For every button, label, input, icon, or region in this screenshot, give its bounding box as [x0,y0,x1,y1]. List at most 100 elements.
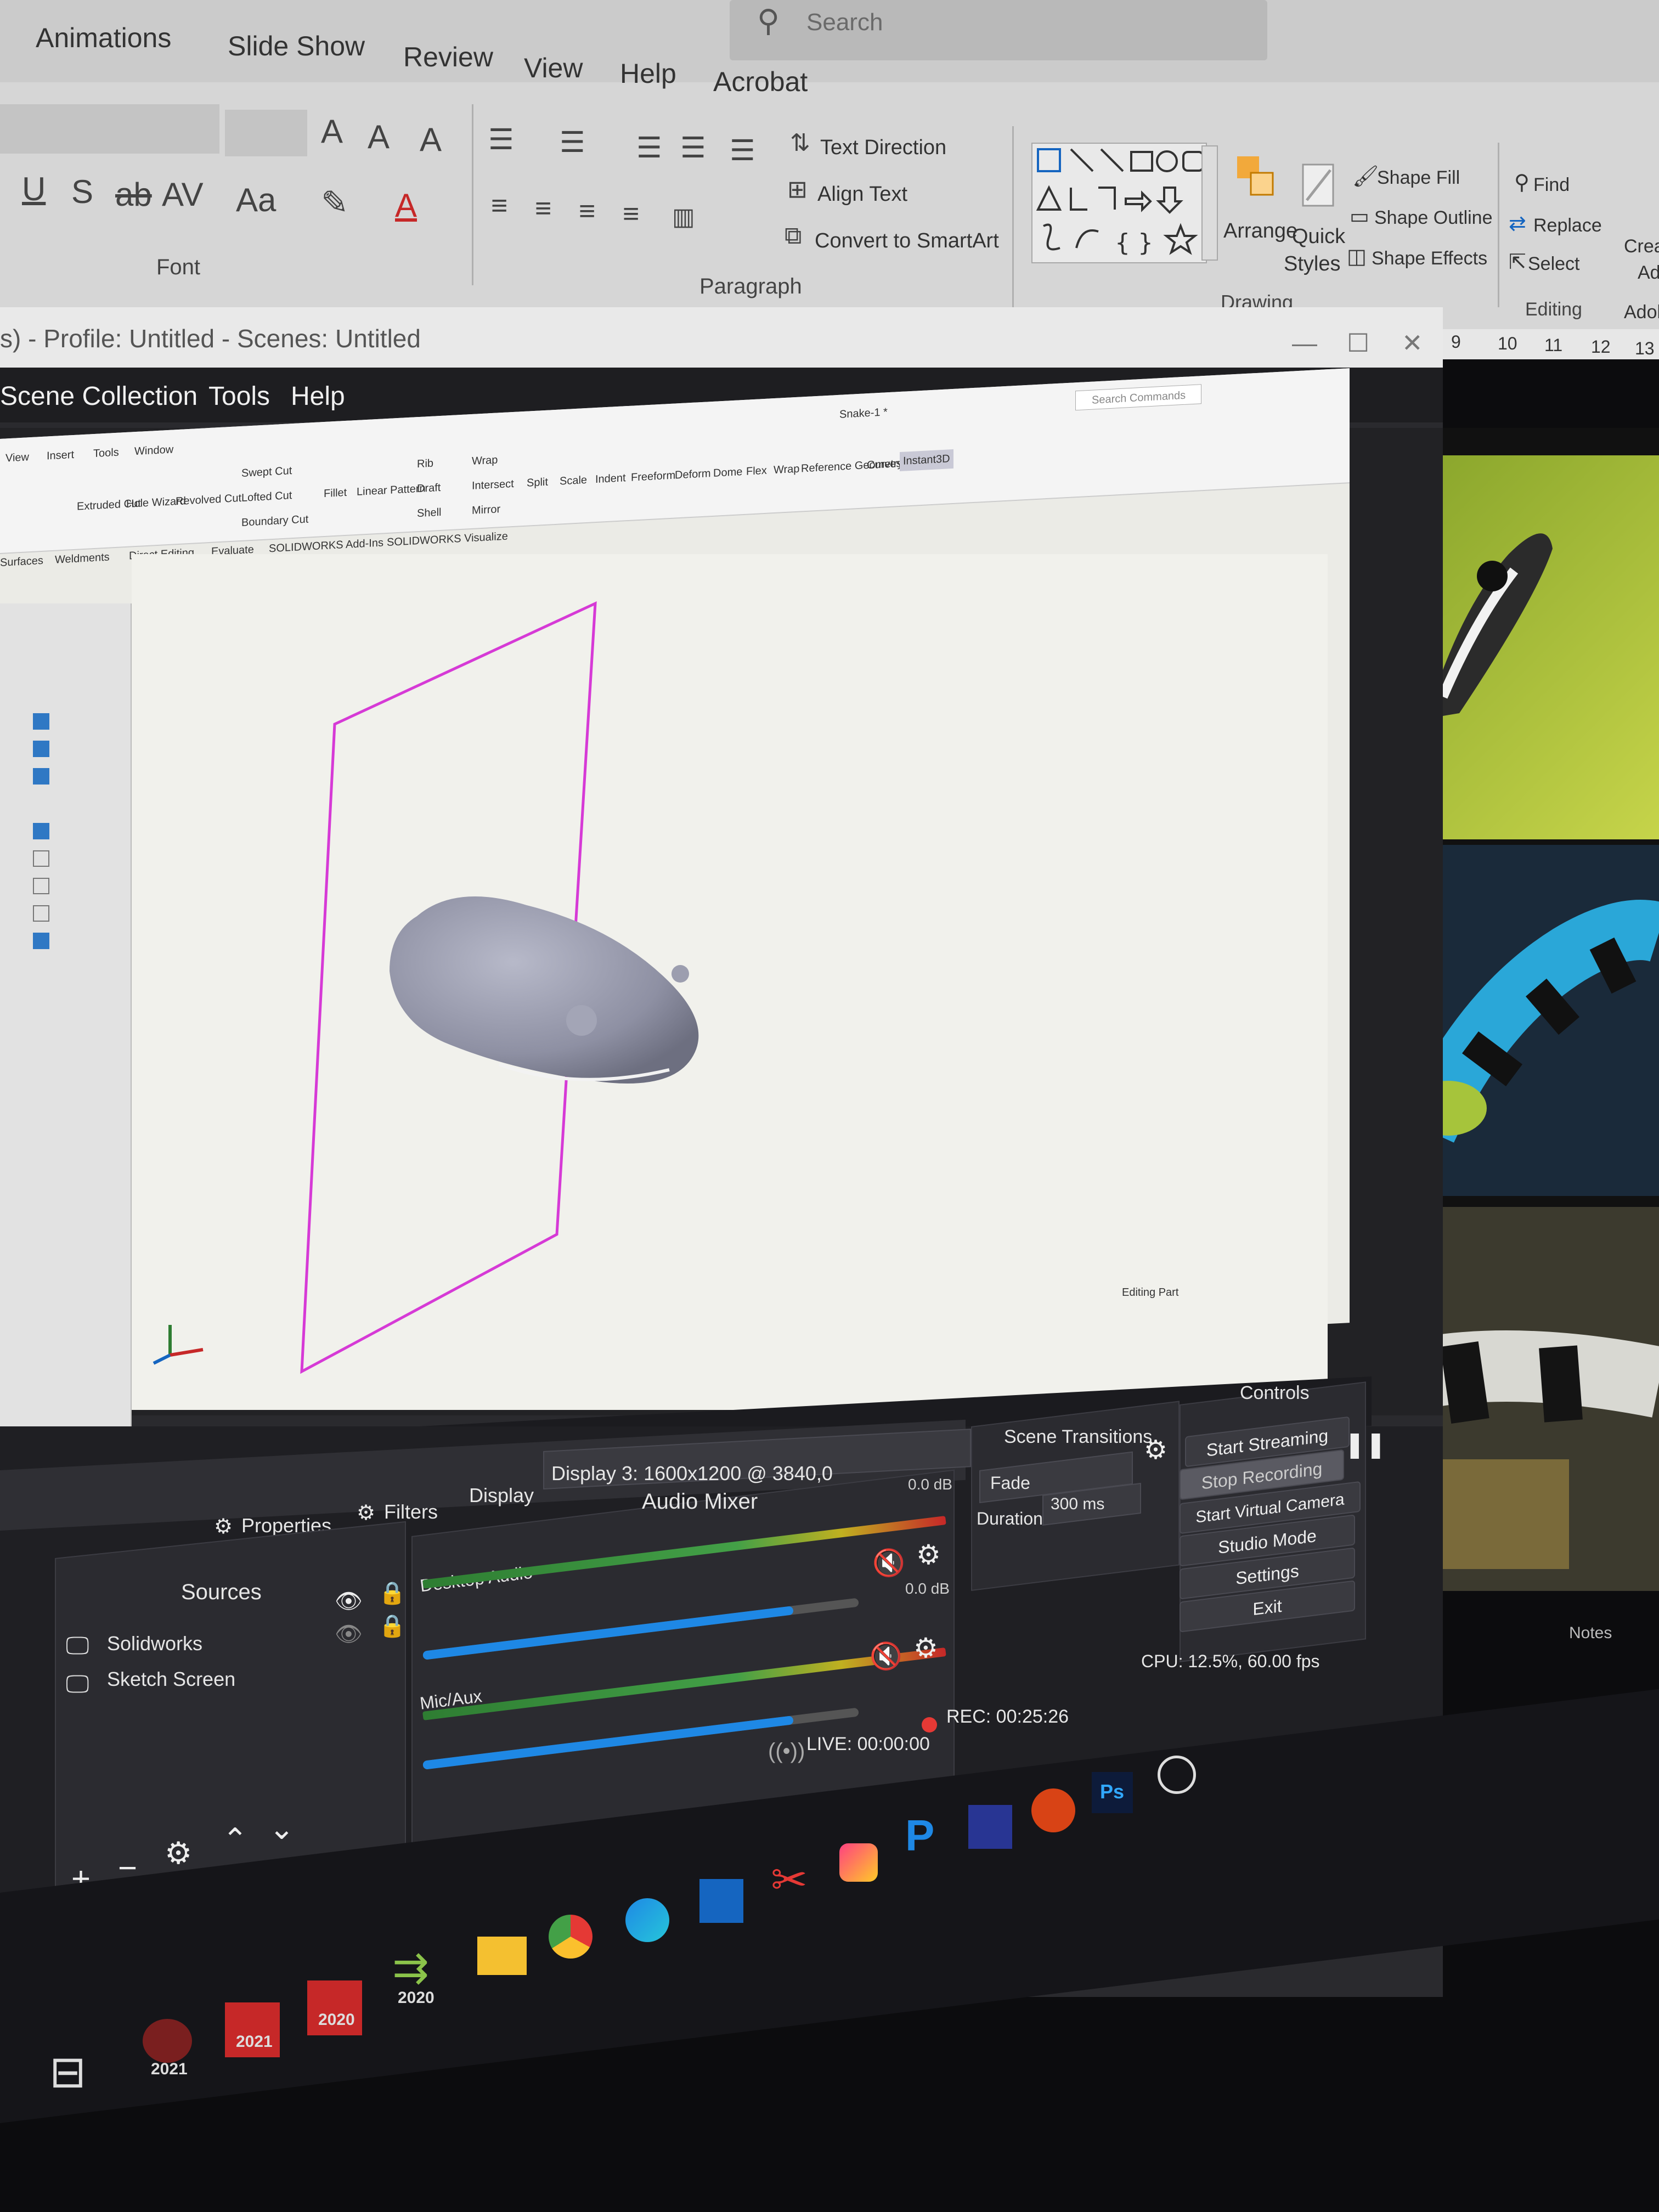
increase-font-icon[interactable]: A [321,112,343,150]
powerpoint-icon[interactable] [1031,1788,1075,1832]
mic-aux-gear-icon[interactable]: ⚙ [913,1632,938,1664]
arrange-button[interactable]: Arrange [1223,219,1297,243]
hidden-eye-icon[interactable]: 👁 [335,1621,363,1647]
desktop-audio-gear-icon[interactable]: ⚙ [916,1539,941,1571]
app-icon-p-blue[interactable]: P [905,1810,934,1861]
align-right-icon[interactable]: ≡ [579,195,595,228]
sw-feature-linear-pattern[interactable]: Linear Pattern [357,482,426,499]
tab-slide-show[interactable]: Slide Show [228,30,365,62]
shape-fill-button[interactable]: Shape Fill [1377,167,1460,189]
sw-feature-fillet[interactable]: Fillet [324,487,347,500]
sw-feature-deform[interactable]: Deform [675,467,711,482]
tab-help[interactable]: Help [620,58,676,89]
sw-feature-instant3d[interactable]: Instant3D [900,449,953,472]
move-down-chevron-icon[interactable]: ⌄ [269,1810,295,1847]
find-button[interactable]: Find [1533,174,1570,196]
align-left-icon[interactable]: ≡ [491,189,507,222]
menu-help[interactable]: Help [291,381,345,411]
shapes-gallery-scroll[interactable] [1201,145,1218,261]
snake-photo-1[interactable] [1426,455,1659,839]
sw-feature-split[interactable]: Split [527,476,548,490]
snipping-tool-icon[interactable]: ✂ [771,1854,808,1905]
chrome-icon[interactable] [549,1915,592,1959]
pause-recording-icon[interactable]: ❚❚ [1344,1429,1386,1459]
font-color-icon[interactable]: A [395,187,417,224]
shape-effects-button[interactable]: Shape Effects [1372,248,1487,269]
move-up-chevron-icon[interactable]: ⌃ [222,1821,248,1858]
transition-gear-icon[interactable]: ⚙ [1144,1435,1167,1465]
font-size-combobox[interactable] [225,110,307,156]
app-icon-le[interactable]: ⇉ [392,1942,429,1993]
adobe-create-label[interactable]: Creat [1624,236,1659,257]
snake-head-model[interactable] [384,883,724,1103]
sw-feature-wrap-2[interactable]: Wrap [774,463,799,477]
tab-review[interactable]: Review [403,41,493,73]
sw-feature-shell[interactable]: Shell [417,506,441,520]
gear-icon[interactable]: ⚙ [214,1514,233,1539]
app-icon-pink[interactable] [839,1843,878,1882]
shape-outline-button[interactable]: Shape Outline [1374,207,1493,229]
sw-feature-curves[interactable]: Curves [867,458,901,472]
source-settings-gear-icon[interactable]: ⚙ [165,1835,192,1871]
sw-feature-rib[interactable]: Rib [417,458,433,471]
close-icon[interactable]: ✕ [1402,328,1423,358]
source-item-sketch-screen[interactable]: Sketch Screen [107,1668,235,1691]
filters-icon[interactable]: ⚙ [357,1500,375,1525]
highlight-icon[interactable]: ✎ [321,184,348,222]
outlook-icon[interactable] [699,1879,743,1923]
sw-feature-intersect[interactable]: Intersect [472,478,514,493]
bullets-icon[interactable]: ☰ [488,123,514,156]
powerpoint-notes-button[interactable]: Notes [1569,1624,1612,1643]
sw-feature-dome[interactable]: Dome [713,466,742,480]
lock-icon[interactable]: 🔒 [379,1580,406,1606]
minimize-icon[interactable]: — [1292,328,1317,358]
sw-feature-boundary-cut[interactable]: Boundary Cut [241,514,308,529]
replace-button[interactable]: Replace [1533,215,1602,236]
quick-styles-label-1[interactable]: Quick [1292,225,1345,249]
clear-format-icon[interactable]: A [420,121,442,159]
change-case-button[interactable]: Aa [236,181,276,219]
select-button[interactable]: Select [1528,253,1580,275]
tab-acrobat[interactable]: Acrobat [713,66,808,98]
app-icon-navy[interactable] [968,1805,1012,1849]
app-icon-2021[interactable] [143,2019,192,2063]
convert-smartart-button[interactable]: Convert to SmartArt [815,229,999,253]
task-view-icon[interactable]: ⊟ [49,2046,86,2097]
align-text-button[interactable]: Align Text [817,183,907,206]
sw-feature-lofted-cut[interactable]: Lofted Cut [241,489,292,505]
columns-icon[interactable]: ▥ [672,203,695,231]
quick-styles-label-2[interactable]: Styles [1284,252,1340,276]
sw-feature-mirror[interactable]: Mirror [472,503,500,517]
justify-icon[interactable]: ≡ [623,198,639,230]
lock-icon[interactable]: 🔒 [379,1613,406,1639]
align-center-icon[interactable]: ≡ [535,192,551,225]
tab-view[interactable]: View [524,52,583,84]
underline-button[interactable]: U [22,170,46,208]
shadow-button[interactable]: S [71,173,93,211]
mute-speaker-icon[interactable]: 🔇 [872,1547,905,1578]
sw-feature-flex[interactable]: Flex [746,465,767,478]
tab-animations[interactable]: Animations [36,22,171,54]
decrease-indent-icon[interactable]: ☰ [636,132,662,165]
font-name-combobox[interactable] [0,104,219,154]
strikethrough-button[interactable]: ab [115,176,152,213]
sw-feature-swept-cut[interactable]: Swept Cut [241,465,292,480]
edge-icon[interactable] [625,1898,669,1942]
sw-menu-window[interactable]: Window [134,443,173,458]
mute-speaker-icon[interactable]: 🔇 [870,1640,902,1672]
sw-feature-revolved-cut[interactable]: Revolved Cut [176,492,241,508]
sw-menu-insert[interactable]: Insert [47,449,74,463]
sw-menu-tools[interactable]: Tools [93,447,119,460]
line-spacing-icon[interactable]: ☰ [730,134,755,167]
menu-tools[interactable]: Tools [208,381,270,411]
increase-indent-icon[interactable]: ☰ [680,132,706,165]
filters-button[interactable]: Filters [384,1500,438,1523]
obs-icon[interactable] [1158,1756,1196,1794]
menu-scene-collection[interactable]: Scene Collection [0,381,198,411]
sw-feature-freeform[interactable]: Freeform [631,469,675,484]
adobe-create-label-2[interactable]: Ado [1638,262,1659,284]
decrease-font-icon[interactable]: A [368,118,390,156]
sw-tab-surfaces[interactable]: Surfaces [0,555,43,569]
file-explorer-icon[interactable] [477,1937,527,1975]
sw-feature-tree[interactable] [0,603,132,1426]
